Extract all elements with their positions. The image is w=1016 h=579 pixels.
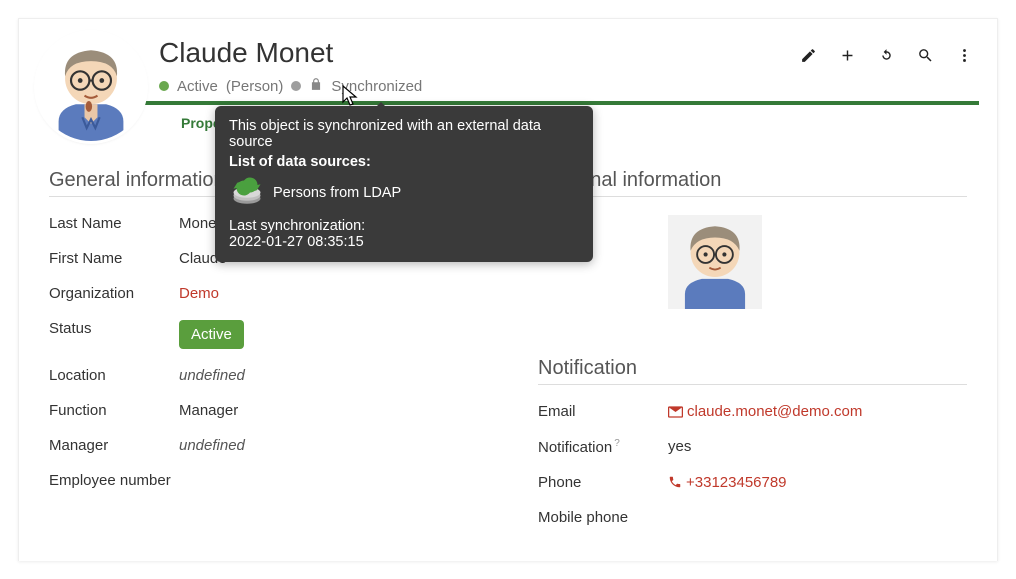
status-dot-icon: [159, 81, 169, 91]
help-icon[interactable]: ?: [614, 438, 620, 449]
section-notification-title: Notification: [538, 357, 967, 380]
page-title: Claude Monet: [159, 37, 800, 69]
field-label: Mobile phone: [538, 509, 668, 526]
field-label: Location: [49, 367, 179, 384]
field-label: Notification?: [538, 438, 668, 456]
tooltip-lastsync-value: 2022-01-27 08:35:15: [229, 234, 579, 250]
field-label: First Name: [49, 250, 179, 267]
divider: [538, 384, 967, 385]
field-label: Employee number: [49, 472, 179, 489]
avatar: [37, 33, 145, 141]
header-underline: [37, 101, 979, 105]
status-label: Active: [177, 78, 218, 95]
new-button[interactable]: [839, 47, 856, 67]
field-value: yes: [668, 438, 691, 455]
refresh-button[interactable]: [878, 47, 895, 67]
field-label: Status: [49, 320, 179, 337]
divider: [538, 196, 967, 197]
tooltip-text: This object is synchronized with an exte…: [229, 118, 579, 150]
field-label: Manager: [49, 437, 179, 454]
edit-button[interactable]: [800, 47, 817, 67]
datasource-name: Persons from LDAP: [273, 185, 401, 201]
field-label: Last Name: [49, 215, 179, 232]
organization-link[interactable]: Demo: [179, 285, 219, 302]
separator-dot-icon: [291, 81, 301, 91]
more-button[interactable]: [956, 47, 973, 67]
sync-label: Synchronized: [331, 78, 422, 95]
datasource-icon: [229, 176, 265, 210]
search-button[interactable]: [917, 47, 934, 67]
email-link[interactable]: claude.monet@demo.com: [668, 403, 862, 420]
sync-tooltip: This object is synchronized with an exte…: [215, 106, 593, 262]
tooltip-lastsync-label: Last synchronization:: [229, 218, 579, 234]
type-label: (Person): [226, 78, 284, 95]
tooltip-list-label: List of data sources:: [229, 154, 371, 170]
field-value: undefined: [179, 367, 245, 384]
field-value: Manager: [179, 402, 238, 419]
phone-link[interactable]: +33123456789: [668, 474, 787, 491]
field-label: Phone: [538, 474, 668, 491]
field-label: Organization: [49, 285, 179, 302]
lock-icon: [309, 77, 323, 95]
picture-thumb: [668, 215, 762, 309]
section-personal-title: Personal information: [538, 169, 967, 192]
field-label: Email: [538, 403, 668, 420]
field-label: Function: [49, 402, 179, 419]
status-badge: Active: [179, 320, 244, 349]
field-value: undefined: [179, 437, 245, 454]
